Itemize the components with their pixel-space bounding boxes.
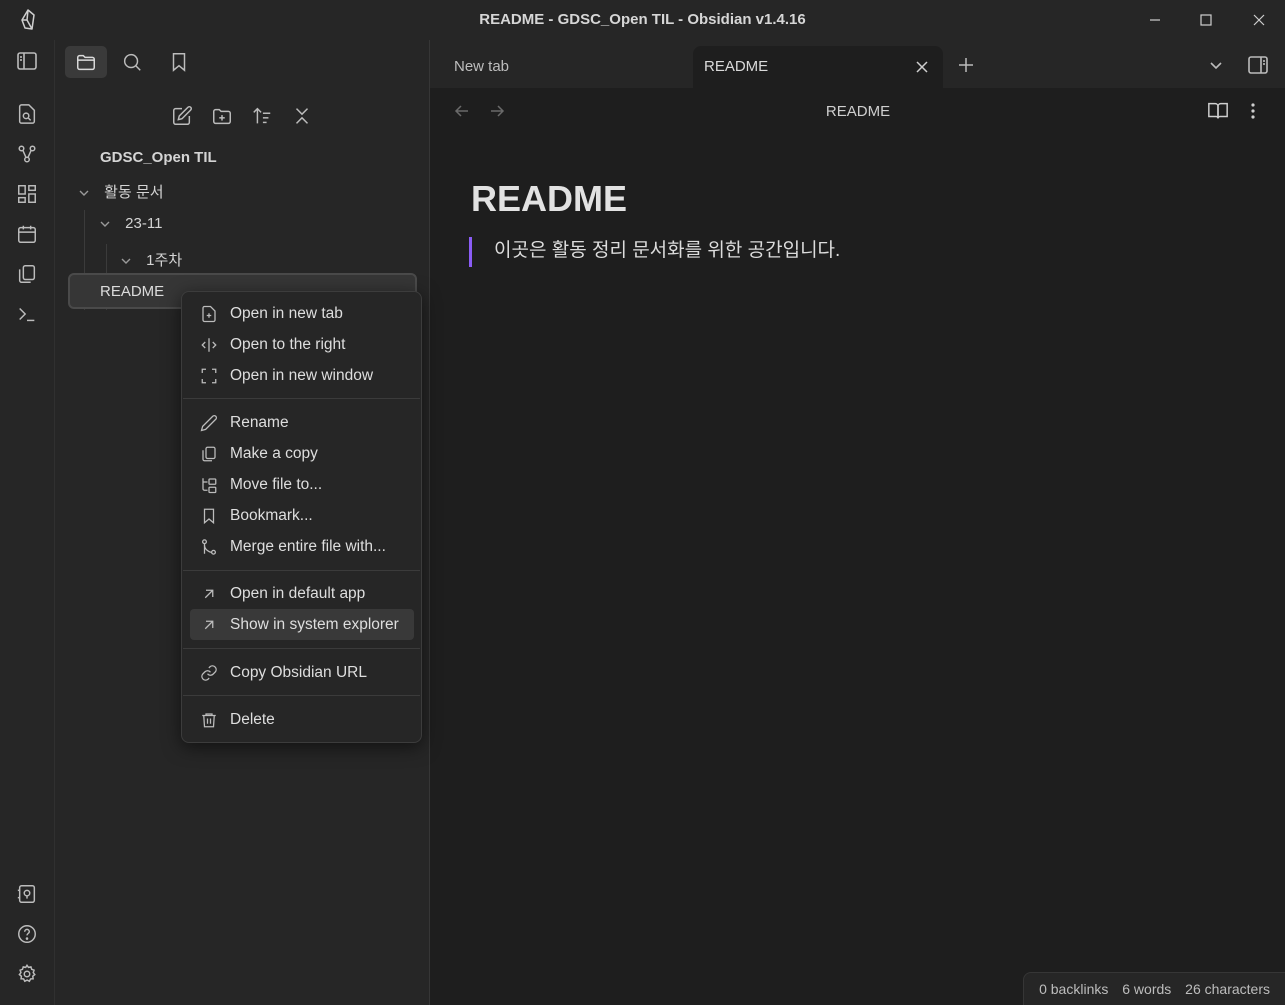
- menu-item-open-new-tab[interactable]: Open in new tab: [190, 298, 414, 329]
- pencil-icon: [200, 414, 218, 432]
- menu-item-open-new-window[interactable]: Open in new window: [190, 360, 414, 391]
- help-icon[interactable]: [14, 921, 40, 947]
- menu-item-open-default-app[interactable]: Open in default app: [190, 578, 414, 609]
- tab-label: New tab: [454, 58, 510, 75]
- window-title: README - GDSC_Open TIL - Obsidian v1.4.1…: [479, 11, 806, 28]
- backlinks-count[interactable]: 0 backlinks: [1039, 981, 1108, 997]
- file-explorer-tab-icon[interactable]: [65, 46, 107, 78]
- ribbon: [0, 40, 55, 1005]
- view-header: README: [431, 88, 1285, 134]
- menu-item-merge[interactable]: Merge entire file with...: [190, 531, 414, 562]
- command-palette-icon[interactable]: [14, 301, 40, 327]
- title-bar: README - GDSC_Open TIL - Obsidian v1.4.1…: [0, 0, 1285, 40]
- menu-separator: [183, 695, 420, 696]
- chevron-down-icon: [120, 255, 134, 267]
- tab-new-tab[interactable]: New tab: [430, 46, 692, 88]
- maximize-corners-icon: [200, 367, 218, 385]
- close-tab-icon[interactable]: [911, 56, 933, 78]
- editor-pane: README README 이곳은 활동 정리 문서화를 위한 공간입니다.: [431, 88, 1285, 1005]
- menu-item-bookmark[interactable]: Bookmark...: [190, 500, 414, 531]
- tab-readme[interactable]: README: [693, 46, 943, 88]
- arrow-up-right-icon: [200, 616, 218, 634]
- minimize-button[interactable]: [1129, 0, 1181, 40]
- menu-separator: [183, 570, 420, 571]
- folder-label: 활동 문서: [104, 184, 164, 201]
- copy-files-icon: [200, 445, 218, 463]
- menu-item-delete[interactable]: Delete: [190, 704, 414, 735]
- bookmark-icon: [200, 507, 218, 525]
- menu-item-rename[interactable]: Rename: [190, 407, 414, 438]
- quick-switcher-icon[interactable]: [14, 101, 40, 127]
- templates-icon[interactable]: [14, 261, 40, 287]
- bookmarks-tab-icon[interactable]: [158, 46, 200, 78]
- link-icon: [200, 664, 218, 682]
- tab-list-chevron-down-icon[interactable]: [1203, 52, 1229, 78]
- menu-item-make-copy[interactable]: Make a copy: [190, 438, 414, 469]
- sort-order-icon[interactable]: [248, 102, 276, 130]
- graph-view-icon[interactable]: [14, 141, 40, 167]
- menu-separator: [183, 648, 420, 649]
- trash-icon: [200, 711, 218, 729]
- status-bar: 0 backlinks 6 words 26 characters: [1023, 972, 1285, 1005]
- folder-23-11[interactable]: 23-11: [99, 215, 162, 232]
- view-title[interactable]: README: [431, 103, 1285, 120]
- folder-label: 1주차: [146, 252, 183, 269]
- settings-gear-icon[interactable]: [14, 961, 40, 987]
- folder-week-1[interactable]: 1주차: [120, 249, 182, 270]
- file-plus-icon: [200, 305, 218, 323]
- git-merge-icon: [200, 538, 218, 556]
- vault-name[interactable]: GDSC_Open TIL: [100, 149, 217, 166]
- canvas-icon[interactable]: [14, 181, 40, 207]
- toggle-right-sidebar-icon[interactable]: [1243, 50, 1273, 80]
- word-count: 6 words: [1122, 981, 1172, 997]
- maximize-button[interactable]: [1180, 0, 1232, 40]
- file-context-menu: Open in new tab Open to the right Open i…: [181, 291, 422, 743]
- document-heading[interactable]: README: [471, 178, 627, 220]
- folder-activity-docs[interactable]: 활동 문서: [78, 181, 164, 202]
- menu-item-show-explorer[interactable]: Show in system explorer: [190, 609, 414, 640]
- menu-separator: [183, 398, 420, 399]
- menu-item-open-right[interactable]: Open to the right: [190, 329, 414, 360]
- collapse-all-icon[interactable]: [288, 102, 316, 130]
- chevron-down-icon: [99, 218, 113, 230]
- vault-switcher-icon[interactable]: [14, 881, 40, 907]
- folder-label: 23-11: [125, 215, 163, 232]
- daily-note-calendar-icon[interactable]: [14, 221, 40, 247]
- tab-label: README: [704, 58, 769, 75]
- menu-item-copy-url[interactable]: Copy Obsidian URL: [190, 657, 414, 688]
- close-window-button[interactable]: [1233, 0, 1285, 40]
- new-note-icon[interactable]: [168, 102, 196, 130]
- file-label: README: [100, 283, 165, 300]
- tab-bar: New tab README: [430, 40, 1285, 88]
- new-tab-plus-icon[interactable]: [953, 52, 979, 78]
- blockquote[interactable]: 이곳은 활동 정리 문서화를 위한 공간입니다.: [469, 237, 840, 267]
- more-options-icon[interactable]: [1242, 100, 1264, 122]
- toggle-left-sidebar-icon[interactable]: [14, 48, 40, 74]
- new-folder-icon[interactable]: [208, 102, 236, 130]
- character-count: 26 characters: [1185, 981, 1270, 997]
- split-vertical-icon: [200, 336, 218, 354]
- arrow-up-right-icon: [200, 585, 218, 603]
- folder-tree-icon: [200, 476, 218, 494]
- chevron-down-icon: [78, 187, 92, 199]
- search-tab-icon[interactable]: [111, 46, 153, 78]
- menu-item-move-file[interactable]: Move file to...: [190, 469, 414, 500]
- reading-view-book-icon[interactable]: [1207, 100, 1229, 122]
